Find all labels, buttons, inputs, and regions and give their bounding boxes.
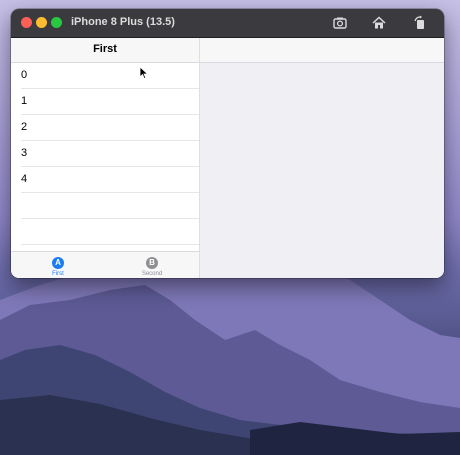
- row-label: 0: [21, 69, 28, 81]
- home-icon[interactable]: [371, 15, 387, 31]
- tab-bar: A First B Second: [11, 251, 199, 278]
- tab-a-icon: A: [52, 257, 64, 269]
- row-label: 4: [21, 173, 28, 185]
- tab-second[interactable]: B Second: [105, 252, 199, 278]
- empty-table-row: [21, 193, 199, 219]
- table-row[interactable]: 1: [21, 89, 199, 115]
- table-row[interactable]: 2: [21, 115, 199, 141]
- row-label: 1: [21, 95, 28, 107]
- table-row[interactable]: 0: [21, 63, 199, 89]
- simulator-screen: First 0 1 2 3 4 A First B Second: [11, 38, 444, 278]
- zoom-button[interactable]: [51, 17, 62, 28]
- master-pane: First 0 1 2 3 4 A First B Second: [11, 38, 200, 278]
- screenshot-icon[interactable]: [332, 15, 348, 31]
- row-label: 2: [21, 121, 28, 133]
- mouse-pointer-icon: [139, 66, 149, 80]
- tab-label: Second: [141, 271, 163, 277]
- nav-title: First: [93, 43, 117, 55]
- row-label: 3: [21, 147, 28, 159]
- rotate-icon[interactable]: [412, 15, 428, 31]
- navigation-bar: First: [11, 38, 199, 63]
- simulator-window: iPhone 8 Plus (13.5) First 0 1 2 3 4 A F…: [11, 9, 444, 278]
- empty-table-row: [21, 219, 199, 245]
- detail-pane: [200, 38, 444, 278]
- table-row[interactable]: 4: [21, 167, 199, 193]
- tab-b-icon: B: [146, 257, 158, 269]
- detail-navigation-bar: [200, 38, 444, 63]
- tab-first[interactable]: A First: [11, 252, 105, 278]
- title-bar[interactable]: iPhone 8 Plus (13.5): [11, 9, 444, 38]
- tab-label: First: [52, 271, 64, 277]
- table-view[interactable]: 0 1 2 3 4: [11, 63, 199, 245]
- minimize-button[interactable]: [36, 17, 47, 28]
- close-button[interactable]: [21, 17, 32, 28]
- table-row[interactable]: 3: [21, 141, 199, 167]
- window-title: iPhone 8 Plus (13.5): [71, 16, 175, 28]
